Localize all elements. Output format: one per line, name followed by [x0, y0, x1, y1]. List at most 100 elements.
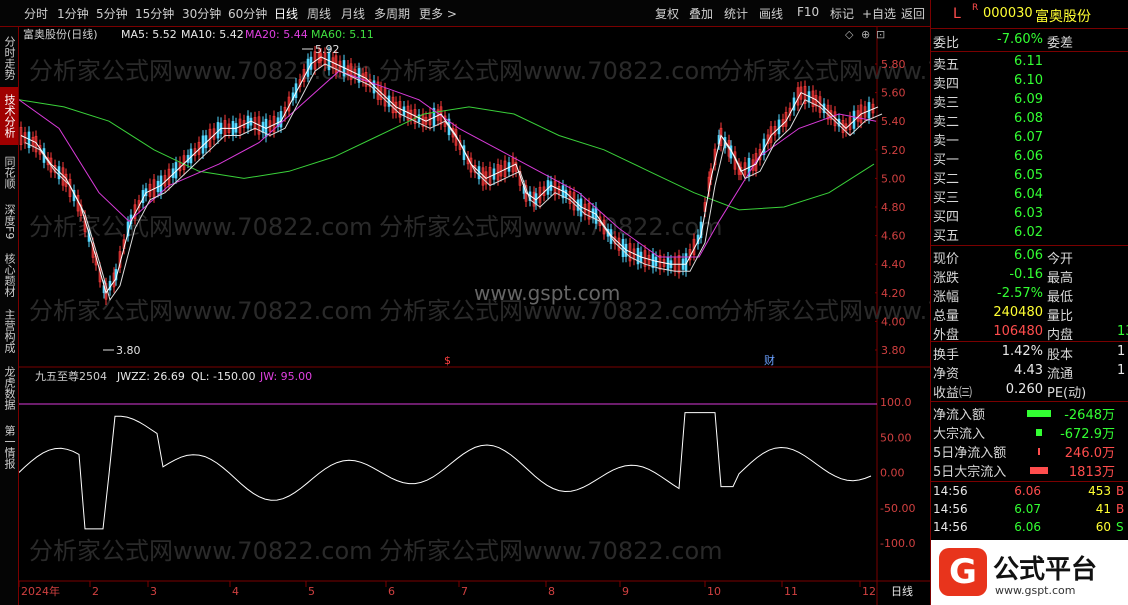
tab-1min[interactable]: 1分钟: [57, 5, 89, 22]
svg-text:分析家公式网www.70822.com: 分析家公式网www.70822.com: [29, 537, 373, 565]
side-tab-f9[interactable]: 深度F9: [0, 199, 18, 245]
stat-label: 总量: [933, 309, 960, 324]
f10-button[interactable]: F10: [797, 5, 819, 19]
tab-weekly[interactable]: 周线: [307, 5, 331, 22]
chart-expand-icon[interactable]: ⊡: [876, 28, 885, 41]
price-tick-label: 3.80: [881, 344, 906, 357]
tick-side: B: [1116, 484, 1125, 498]
ql-legend: QL: -150.00: [191, 370, 255, 383]
period-label[interactable]: 日线: [891, 584, 913, 598]
bg-watermark: 分析家公式网www.70822.com 分析家公式网www.70822.com …: [29, 57, 1063, 565]
chart-area[interactable]: 分析家公式网www.70822.com 分析家公式网www.70822.com …: [18, 27, 1063, 605]
price-tick-label: 5.60: [881, 87, 906, 100]
tongji-button[interactable]: 统计: [724, 5, 748, 22]
stat-label-right: 最低: [1047, 290, 1074, 305]
chart-legend-title: 富奥股份(日线): [23, 27, 98, 41]
ma5-legend: MA5: 5.52: [121, 28, 177, 41]
price-tick-label: 4.20: [881, 287, 906, 300]
dividend-marker[interactable]: $: [444, 354, 451, 367]
price-tick-label: 4.40: [881, 258, 906, 271]
tick-time: 14:56: [933, 520, 968, 534]
bid-level-label: 买五: [933, 229, 960, 244]
stat-label: 收益㈢: [933, 386, 973, 401]
x-axis-month-label: 12: [862, 585, 876, 598]
stat-value: -0.16: [1009, 267, 1043, 282]
flow-value: 1813万: [1068, 465, 1115, 480]
bid-level-label: 买二: [933, 172, 960, 187]
stat-value: 1.42%: [1001, 344, 1043, 359]
svg-text:分析家公式网www.70822.com: 分析家公式网www.70822.com: [379, 537, 723, 565]
add-favorite-button[interactable]: +自选: [862, 5, 896, 22]
flow-value: 246.0万: [1064, 446, 1115, 461]
stat-label: 涨跌: [933, 271, 960, 286]
tab-30min[interactable]: 30分钟: [182, 5, 221, 22]
x-axis-month-label: 11: [784, 585, 798, 598]
bid-price: 6.05: [1014, 168, 1043, 183]
indicator-tick-label: -50.00: [880, 502, 915, 515]
tab-15min[interactable]: 15分钟: [135, 5, 174, 22]
side-tab-qingbao[interactable]: 第一情报: [0, 419, 18, 475]
price-tick-label: 5.20: [881, 144, 906, 157]
side-tab-fenshi[interactable]: 分时走势: [0, 32, 18, 84]
huaxian-button[interactable]: 画线: [759, 5, 783, 22]
fuquan-button[interactable]: 复权: [655, 5, 679, 22]
kline-chart[interactable]: 分析家公式网www.70822.com 分析家公式网www.70822.com …: [18, 27, 1063, 605]
logo-url: www.gspt.com: [995, 584, 1076, 597]
tab-daily[interactable]: 日线: [274, 5, 298, 22]
tab-fenshi[interactable]: 分时: [24, 5, 48, 22]
stat-value: 6.06: [1014, 248, 1043, 263]
back-button[interactable]: 返回: [901, 5, 925, 22]
indicator-tick-label: 0.00: [880, 467, 905, 480]
stat-value: -2.57%: [997, 286, 1043, 301]
x-axis-month-label: 4: [232, 585, 239, 598]
tick-price: 6.06: [1014, 484, 1041, 498]
indicator-title: 九五至尊2504: [35, 369, 107, 383]
tab-more[interactable]: 更多 >: [419, 5, 457, 22]
ask-level-label: 卖二: [933, 115, 960, 130]
stock-name: 富奥股份: [1035, 9, 1091, 25]
side-tab-jishu[interactable]: 技术分析: [0, 87, 18, 145]
price-tick-label: 5.40: [881, 115, 906, 128]
indicator-tick-label: -100.0: [880, 537, 915, 550]
tab-multi[interactable]: 多周期: [374, 5, 410, 22]
tab-monthly[interactable]: 月线: [341, 5, 365, 22]
biaoji-button[interactable]: 标记: [830, 5, 854, 22]
chart-zoom-in-icon[interactable]: ⊕: [861, 28, 870, 41]
x-axis-month-label: 8: [548, 585, 555, 598]
stat-label-right: PE(动): [1047, 386, 1087, 401]
ask-level-label: 卖一: [933, 134, 960, 149]
price-tick-label: 4.80: [881, 201, 906, 214]
ask-price: 6.10: [1014, 73, 1043, 88]
finance-marker[interactable]: 财: [764, 353, 775, 367]
high-price-label: 5.92: [315, 43, 340, 56]
tick-side: B: [1116, 502, 1125, 516]
weibi-label: 委比: [933, 36, 960, 51]
stat-value: 0.260: [1005, 382, 1043, 397]
indicator-tick-label: 100.0: [880, 396, 912, 409]
stat-value: 106480: [993, 324, 1043, 339]
r-badge: R: [972, 3, 979, 13]
gspt-watermark: www.gspt.com: [474, 281, 620, 305]
tick-price: 6.07: [1014, 502, 1041, 516]
svg-text:分析家公式网www.70822.com: 分析家公式网www.70822.com: [379, 57, 723, 85]
ask-price: 6.09: [1014, 92, 1043, 107]
tab-60min[interactable]: 60分钟: [228, 5, 267, 22]
l-badge: L: [953, 6, 961, 22]
side-tab-longhu[interactable]: 龙虎数据: [0, 361, 18, 415]
ask-price: 6.07: [1014, 130, 1043, 145]
side-tab-zhuying[interactable]: 主营构成: [0, 305, 18, 357]
tab-5min[interactable]: 5分钟: [96, 5, 128, 22]
stat-label-right: 股本: [1047, 348, 1074, 363]
logo-text: 公式平台: [993, 555, 1098, 585]
stat-value-right: 1: [1117, 344, 1126, 359]
tick-price: 6.06: [1014, 520, 1041, 534]
chart-diamond-icon[interactable]: ◇: [845, 28, 854, 41]
ma10-legend: MA10: 5.42: [181, 28, 244, 41]
side-tab-ths[interactable]: 同花顺: [0, 149, 18, 195]
bid-price: 6.02: [1014, 225, 1043, 240]
tick-volume: 453: [1088, 484, 1111, 498]
logo-g-icon: G: [939, 548, 987, 596]
diejia-button[interactable]: 叠加: [689, 5, 713, 22]
bid-level-label: 买三: [933, 191, 960, 206]
side-tab-ticai[interactable]: 核心题材: [0, 249, 18, 301]
